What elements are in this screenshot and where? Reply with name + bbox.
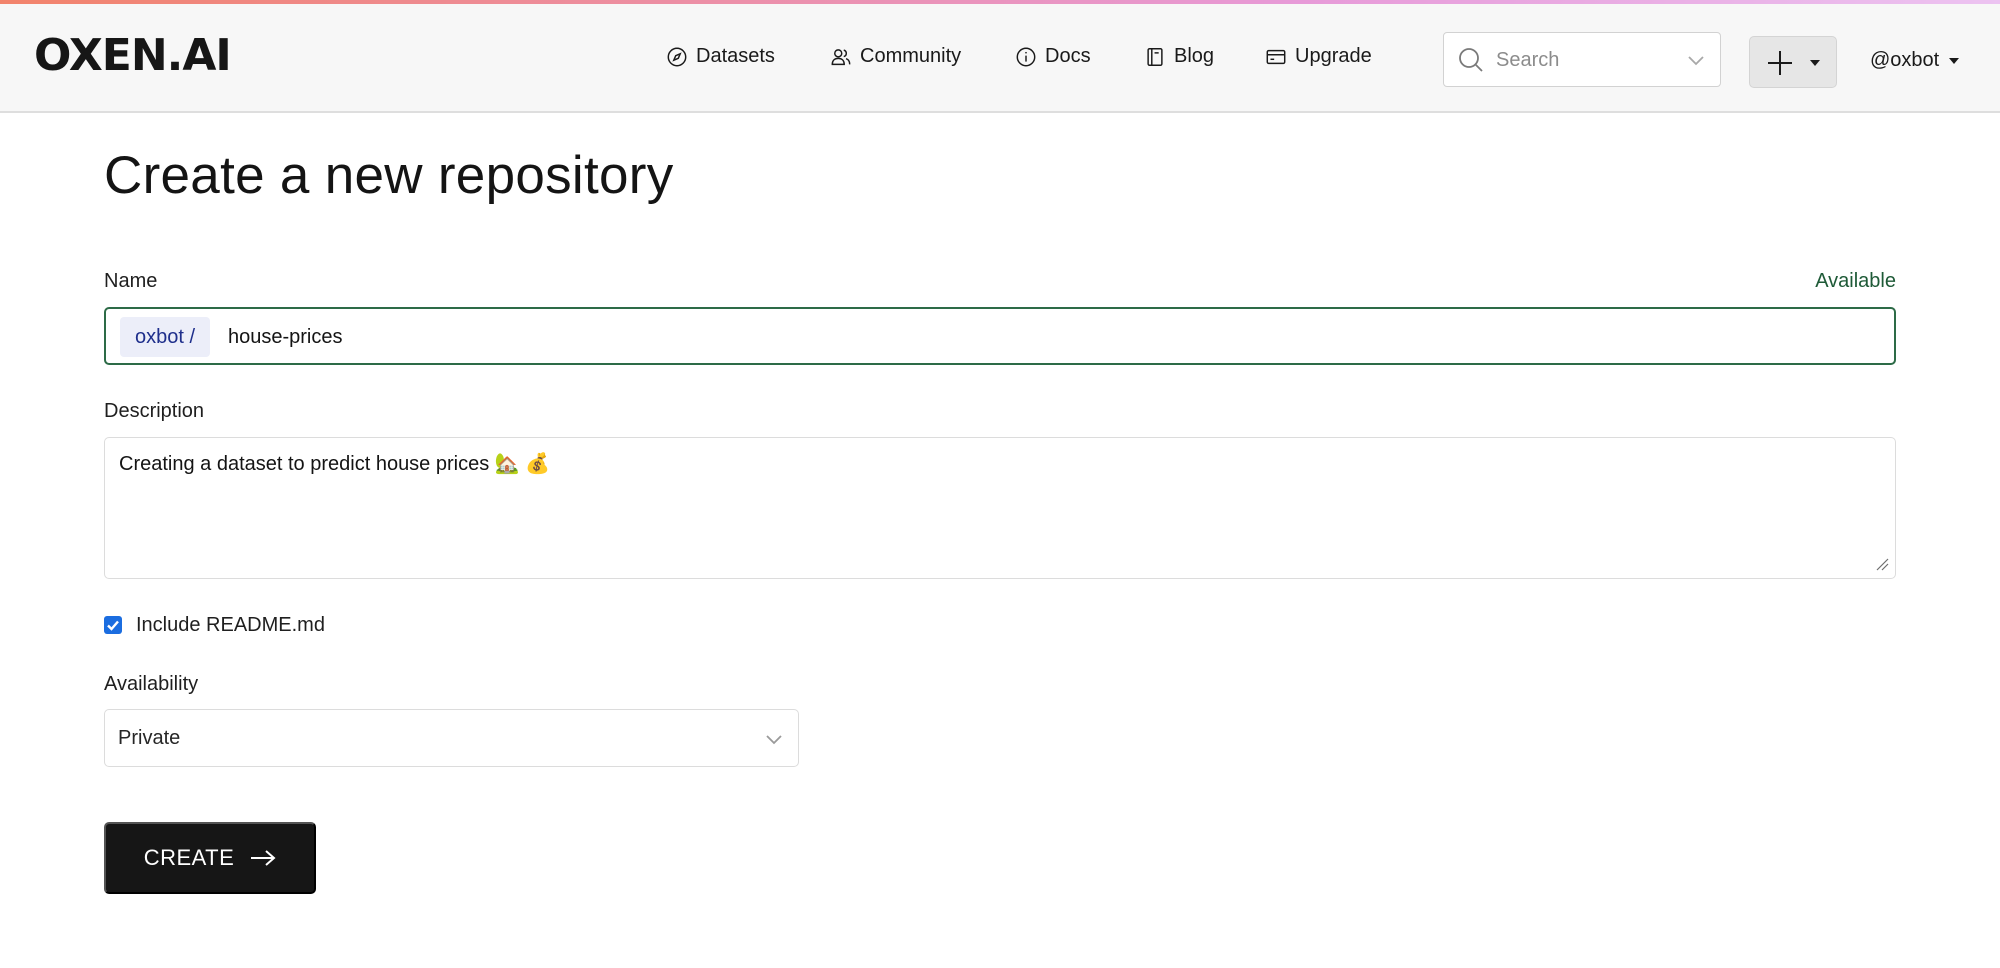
nav-item-upgrade[interactable]: Upgrade (1265, 45, 1372, 68)
caret-down-icon (1810, 60, 1820, 66)
owner-prefix-badge: oxbot / (120, 317, 211, 357)
description-label: Description (104, 400, 205, 422)
create-button[interactable]: CREATE (104, 822, 316, 894)
search-icon (1459, 48, 1483, 72)
availability-selected-value: Private (118, 727, 181, 749)
include-readme-checkbox[interactable] (104, 616, 122, 634)
search-input[interactable] (1496, 43, 1666, 77)
repo-name-field[interactable]: oxbot / (104, 307, 1896, 365)
name-label: Name (104, 270, 158, 292)
page-title: Create a new repository (104, 146, 674, 205)
nav-item-blog[interactable]: Blog (1144, 45, 1214, 68)
create-button-label: CREATE (143, 845, 235, 870)
nav-item-label: Datasets (696, 45, 775, 67)
repo-name-input[interactable] (228, 318, 1828, 356)
compass-icon (667, 47, 687, 66)
resize-handle-icon[interactable] (1875, 557, 1889, 571)
credit-card-icon (1266, 49, 1286, 64)
book-icon (1147, 47, 1163, 66)
availability-select[interactable]: Private (104, 709, 799, 767)
include-readme-label[interactable]: Include README.md (136, 614, 325, 637)
user-menu[interactable]: @oxbot (1870, 49, 1960, 72)
nav-item-label: Upgrade (1295, 45, 1372, 67)
nav-item-community[interactable]: Community (830, 45, 961, 68)
description-value: Creating a dataset to predict house pric… (119, 453, 551, 475)
nav-item-datasets[interactable]: Datasets (666, 45, 775, 68)
user-handle: @oxbot (1870, 49, 1940, 71)
nav-item-label: Docs (1045, 45, 1091, 67)
top-navbar: OXEN.AI Datasets Community Docs Blog Upg… (0, 4, 2000, 113)
chevron-down-icon[interactable] (1686, 51, 1706, 69)
checkmark-icon (107, 620, 119, 631)
oxen-logo[interactable]: OXEN.AI (34, 32, 232, 80)
availability-label: Availability (104, 673, 199, 695)
name-availability-status: Available (1815, 270, 1896, 292)
plus-icon (1768, 51, 1792, 75)
nav-item-docs[interactable]: Docs (1015, 45, 1091, 68)
nav-item-label: Community (860, 45, 962, 67)
arrow-right-icon (251, 850, 276, 866)
nav-item-label: Blog (1174, 45, 1215, 67)
chevron-down-icon (766, 735, 782, 745)
caret-down-icon (1949, 57, 1960, 64)
search-combobox[interactable] (1443, 32, 1721, 87)
users-icon (831, 48, 851, 65)
create-new-menu-button[interactable] (1749, 36, 1837, 88)
info-circle-icon (1016, 47, 1036, 66)
